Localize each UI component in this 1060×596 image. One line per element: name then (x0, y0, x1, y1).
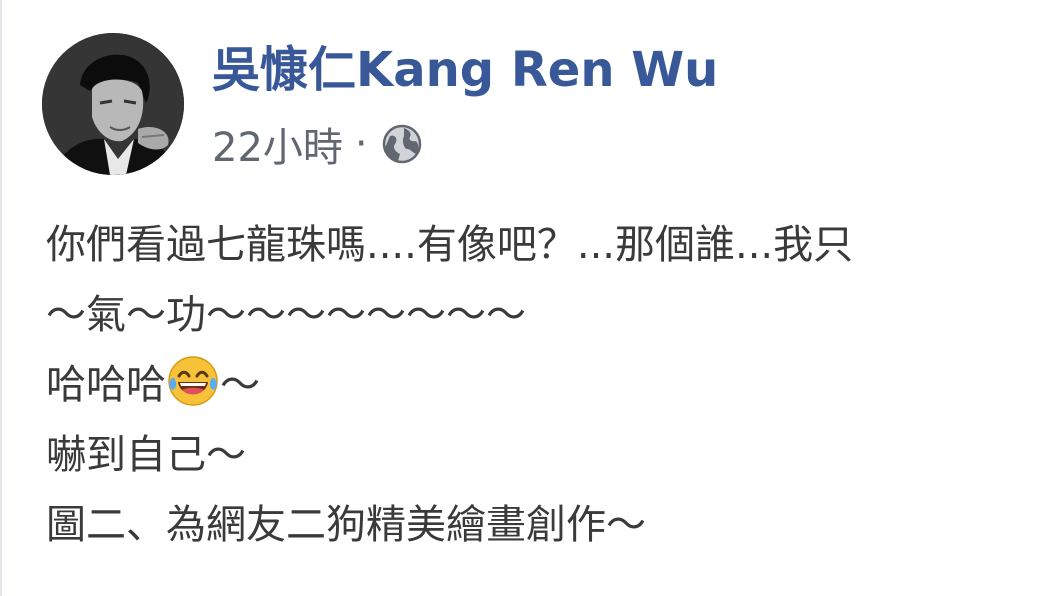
post-timestamp[interactable]: 22小時 (212, 115, 343, 173)
post-body: 你們看過七龍珠嗎....有像吧？...那個誰...我只 ～氣～功～～～～～～～～… (46, 210, 1060, 560)
post-line-4: 嚇到自己～ (46, 432, 246, 478)
card-border (0, 0, 2, 596)
author-avatar[interactable] (42, 33, 184, 175)
tears-of-joy-emoji-icon (166, 354, 220, 408)
post-line-3-suffix: ～ (220, 362, 260, 408)
post-line-5: 圖二、為網友二狗精美繪畫創作～ (46, 502, 646, 548)
post-line-2: ～氣～功～～～～～～～～ (46, 292, 526, 338)
globe-icon[interactable] (382, 124, 422, 164)
meta-separator: · (354, 121, 368, 167)
profile-photo-icon (42, 33, 184, 175)
post-line-1: 你們看過七龍珠嗎....有像吧？...那個誰...我只 (46, 222, 854, 268)
author-name-link[interactable]: 吳慷仁Kang Ren Wu (212, 40, 718, 100)
post-line-3: 哈哈哈 ～ (46, 350, 1060, 420)
facebook-post: 吳慷仁Kang Ren Wu 22小時 · 你們看過七龍珠嗎....有像吧？..… (0, 0, 1060, 596)
post-meta: 22小時 · (212, 116, 422, 172)
post-line-3-text: 哈哈哈 (46, 362, 166, 408)
